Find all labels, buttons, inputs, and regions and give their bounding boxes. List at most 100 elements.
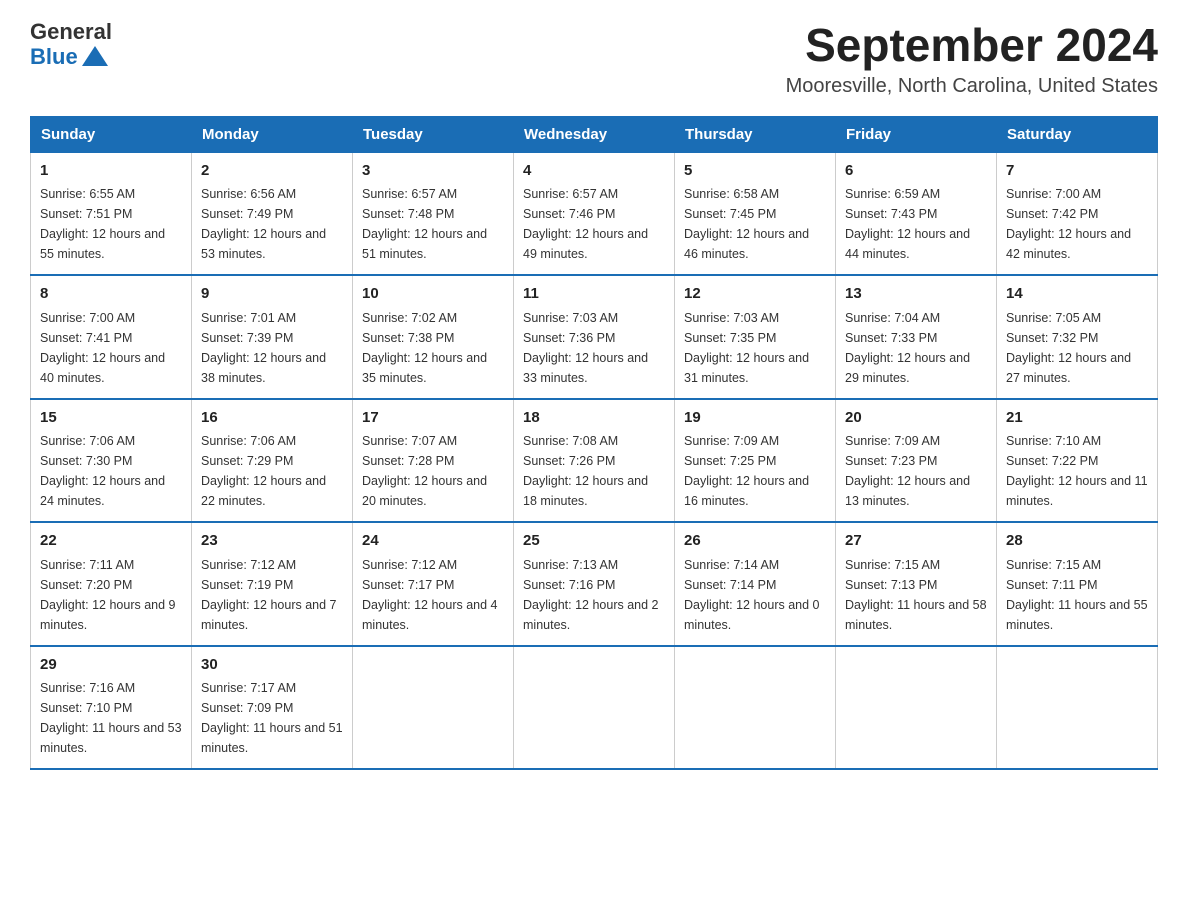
day-info: Sunrise: 7:12 AMSunset: 7:17 PMDaylight:… [362,555,504,635]
day-number: 6 [845,160,987,183]
calendar-day-cell: 28Sunrise: 7:15 AMSunset: 7:11 PMDayligh… [997,522,1158,646]
calendar-day-cell: 23Sunrise: 7:12 AMSunset: 7:19 PMDayligh… [192,522,353,646]
day-info: Sunrise: 7:02 AMSunset: 7:38 PMDaylight:… [362,308,504,388]
calendar-day-cell: 3Sunrise: 6:57 AMSunset: 7:48 PMDaylight… [353,152,514,275]
day-info: Sunrise: 7:01 AMSunset: 7:39 PMDaylight:… [201,308,343,388]
calendar-day-cell: 18Sunrise: 7:08 AMSunset: 7:26 PMDayligh… [514,399,675,523]
calendar-day-cell: 4Sunrise: 6:57 AMSunset: 7:46 PMDaylight… [514,152,675,275]
calendar-day-cell: 29Sunrise: 7:16 AMSunset: 7:10 PMDayligh… [31,646,192,770]
calendar-day-cell: 27Sunrise: 7:15 AMSunset: 7:13 PMDayligh… [836,522,997,646]
day-number: 5 [684,160,826,183]
calendar-day-cell: 9Sunrise: 7:01 AMSunset: 7:39 PMDaylight… [192,275,353,399]
calendar-day-cell: 14Sunrise: 7:05 AMSunset: 7:32 PMDayligh… [997,275,1158,399]
weekday-header-tuesday: Tuesday [353,116,514,152]
calendar-day-cell: 25Sunrise: 7:13 AMSunset: 7:16 PMDayligh… [514,522,675,646]
day-info: Sunrise: 6:57 AMSunset: 7:48 PMDaylight:… [362,184,504,264]
day-number: 27 [845,530,987,553]
day-info: Sunrise: 6:59 AMSunset: 7:43 PMDaylight:… [845,184,987,264]
calendar-week-row: 29Sunrise: 7:16 AMSunset: 7:10 PMDayligh… [31,646,1158,770]
day-info: Sunrise: 7:05 AMSunset: 7:32 PMDaylight:… [1006,308,1148,388]
calendar-day-cell: 26Sunrise: 7:14 AMSunset: 7:14 PMDayligh… [675,522,836,646]
calendar-day-cell: 12Sunrise: 7:03 AMSunset: 7:35 PMDayligh… [675,275,836,399]
day-number: 9 [201,283,343,306]
day-info: Sunrise: 7:07 AMSunset: 7:28 PMDaylight:… [362,431,504,511]
day-number: 14 [1006,283,1148,306]
weekday-header-saturday: Saturday [997,116,1158,152]
day-info: Sunrise: 7:16 AMSunset: 7:10 PMDaylight:… [40,678,182,758]
day-info: Sunrise: 6:56 AMSunset: 7:49 PMDaylight:… [201,184,343,264]
calendar-day-cell: 19Sunrise: 7:09 AMSunset: 7:25 PMDayligh… [675,399,836,523]
day-number: 30 [201,654,343,677]
calendar-day-cell [675,646,836,770]
calendar-week-row: 15Sunrise: 7:06 AMSunset: 7:30 PMDayligh… [31,399,1158,523]
calendar-week-row: 8Sunrise: 7:00 AMSunset: 7:41 PMDaylight… [31,275,1158,399]
day-info: Sunrise: 7:14 AMSunset: 7:14 PMDaylight:… [684,555,826,635]
calendar-day-cell: 11Sunrise: 7:03 AMSunset: 7:36 PMDayligh… [514,275,675,399]
day-number: 13 [845,283,987,306]
day-number: 19 [684,407,826,430]
day-number: 22 [40,530,182,553]
calendar-week-row: 22Sunrise: 7:11 AMSunset: 7:20 PMDayligh… [31,522,1158,646]
day-info: Sunrise: 7:09 AMSunset: 7:25 PMDaylight:… [684,431,826,511]
day-number: 25 [523,530,665,553]
day-info: Sunrise: 6:57 AMSunset: 7:46 PMDaylight:… [523,184,665,264]
day-number: 21 [1006,407,1148,430]
day-number: 12 [684,283,826,306]
calendar-day-cell [353,646,514,770]
day-info: Sunrise: 7:08 AMSunset: 7:26 PMDaylight:… [523,431,665,511]
day-number: 17 [362,407,504,430]
day-info: Sunrise: 7:03 AMSunset: 7:36 PMDaylight:… [523,308,665,388]
calendar-day-cell: 10Sunrise: 7:02 AMSunset: 7:38 PMDayligh… [353,275,514,399]
day-info: Sunrise: 6:58 AMSunset: 7:45 PMDaylight:… [684,184,826,264]
logo-general: General [30,20,112,44]
location: Mooresville, North Carolina, United Stat… [786,75,1158,98]
day-info: Sunrise: 7:09 AMSunset: 7:23 PMDaylight:… [845,431,987,511]
day-info: Sunrise: 7:17 AMSunset: 7:09 PMDaylight:… [201,678,343,758]
day-number: 1 [40,160,182,183]
day-number: 16 [201,407,343,430]
day-number: 4 [523,160,665,183]
day-number: 18 [523,407,665,430]
calendar-day-cell: 22Sunrise: 7:11 AMSunset: 7:20 PMDayligh… [31,522,192,646]
day-number: 24 [362,530,504,553]
day-info: Sunrise: 7:06 AMSunset: 7:29 PMDaylight:… [201,431,343,511]
day-info: Sunrise: 6:55 AMSunset: 7:51 PMDaylight:… [40,184,182,264]
weekday-header-thursday: Thursday [675,116,836,152]
logo-icon [81,44,109,68]
day-info: Sunrise: 7:15 AMSunset: 7:13 PMDaylight:… [845,555,987,635]
logo: General Blue [30,20,112,70]
calendar-day-cell: 30Sunrise: 7:17 AMSunset: 7:09 PMDayligh… [192,646,353,770]
weekday-header-row: SundayMondayTuesdayWednesdayThursdayFrid… [31,116,1158,152]
day-number: 20 [845,407,987,430]
calendar-day-cell: 20Sunrise: 7:09 AMSunset: 7:23 PMDayligh… [836,399,997,523]
day-info: Sunrise: 7:15 AMSunset: 7:11 PMDaylight:… [1006,555,1148,635]
day-number: 10 [362,283,504,306]
calendar-day-cell [514,646,675,770]
day-info: Sunrise: 7:00 AMSunset: 7:42 PMDaylight:… [1006,184,1148,264]
logo-blue: Blue [30,45,78,69]
day-number: 26 [684,530,826,553]
calendar-table: SundayMondayTuesdayWednesdayThursdayFrid… [30,116,1158,771]
weekday-header-sunday: Sunday [31,116,192,152]
day-number: 29 [40,654,182,677]
day-info: Sunrise: 7:03 AMSunset: 7:35 PMDaylight:… [684,308,826,388]
calendar-day-cell: 8Sunrise: 7:00 AMSunset: 7:41 PMDaylight… [31,275,192,399]
day-info: Sunrise: 7:12 AMSunset: 7:19 PMDaylight:… [201,555,343,635]
day-info: Sunrise: 7:11 AMSunset: 7:20 PMDaylight:… [40,555,182,635]
day-info: Sunrise: 7:13 AMSunset: 7:16 PMDaylight:… [523,555,665,635]
calendar-day-cell [997,646,1158,770]
calendar-day-cell [836,646,997,770]
day-number: 23 [201,530,343,553]
day-number: 11 [523,283,665,306]
day-number: 3 [362,160,504,183]
calendar-day-cell: 16Sunrise: 7:06 AMSunset: 7:29 PMDayligh… [192,399,353,523]
calendar-day-cell: 13Sunrise: 7:04 AMSunset: 7:33 PMDayligh… [836,275,997,399]
weekday-header-friday: Friday [836,116,997,152]
calendar-day-cell: 17Sunrise: 7:07 AMSunset: 7:28 PMDayligh… [353,399,514,523]
calendar-day-cell: 6Sunrise: 6:59 AMSunset: 7:43 PMDaylight… [836,152,997,275]
weekday-header-monday: Monday [192,116,353,152]
day-info: Sunrise: 7:10 AMSunset: 7:22 PMDaylight:… [1006,431,1148,511]
calendar-day-cell: 24Sunrise: 7:12 AMSunset: 7:17 PMDayligh… [353,522,514,646]
day-number: 8 [40,283,182,306]
title-section: September 2024 Mooresville, North Caroli… [786,20,1158,98]
